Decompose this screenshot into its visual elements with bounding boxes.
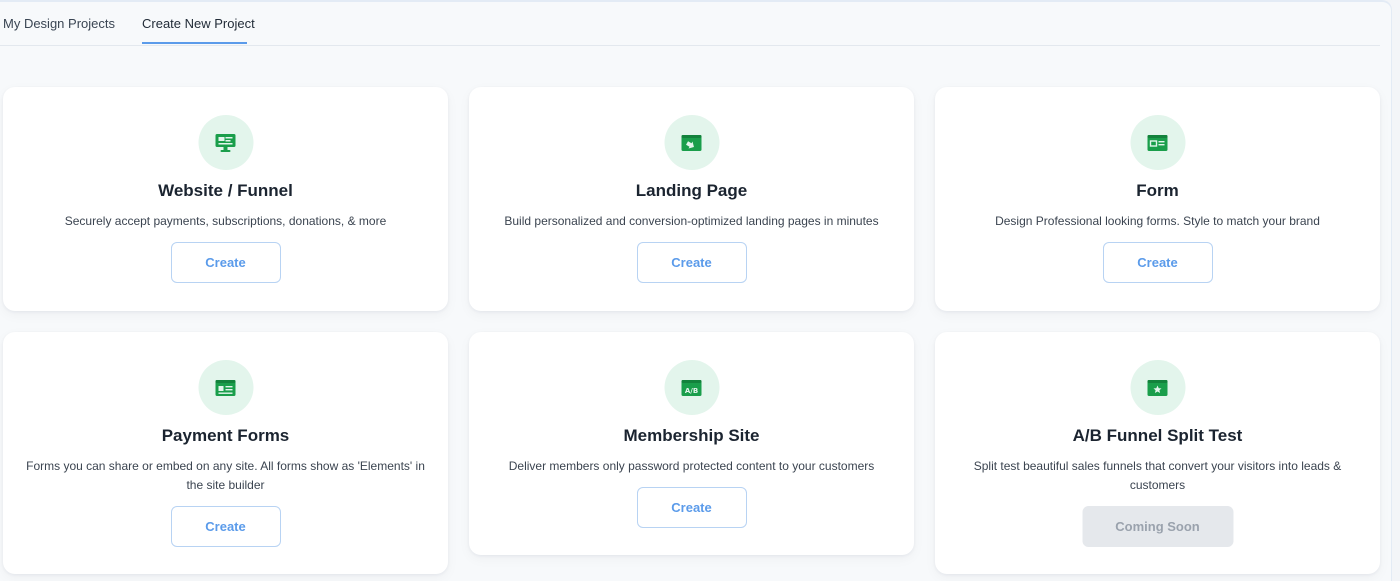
create-landing-page-button[interactable]: Create [636,242,747,283]
card-title: Payment Forms [161,426,290,445]
ab-membership-icon: A/B [664,360,719,415]
coming-soon-button[interactable]: Coming Soon [1082,506,1233,547]
create-form-button[interactable]: Create [1102,242,1213,283]
card-description: Design Professional looking forms. Style… [995,214,1320,228]
payment-form-icon [198,360,253,415]
card-description: Build personalized and conversion-optimi… [504,214,879,228]
svg-text:A/B: A/B [685,387,698,395]
tab-bar: My Design Projects Create New Project [0,2,1380,46]
card-description: Deliver members only password protected … [508,459,875,473]
card-title: Form [1136,181,1179,200]
card-description: Forms you can share or embed on any site… [26,459,425,492]
landing-page-icon [664,115,719,170]
create-payment-forms-button[interactable]: Create [170,506,281,547]
card-description: Securely accept payments, subscriptions,… [64,214,387,228]
app-frame: My Design Projects Create New Project We… [0,0,1392,581]
card-form: Form Design Professional looking forms. … [935,87,1380,311]
card-title: Membership Site [623,426,760,445]
tab-my-design-projects[interactable]: My Design Projects [3,16,115,31]
card-website-funnel: Website / Funnel Securely accept payment… [3,87,448,311]
card-payment-forms: Payment Forms Forms you can share or emb… [3,332,448,574]
star-window-icon [1130,360,1185,415]
card-title: Landing Page [635,181,748,200]
card-title: A/B Funnel Split Test [1072,426,1243,445]
form-icon [1130,115,1185,170]
card-description: Split test beautiful sales funnels that … [973,459,1342,492]
card-ab-funnel-split-test: A/B Funnel Split Test Split test beautif… [935,332,1380,574]
tab-create-new-project[interactable]: Create New Project [142,16,255,31]
card-title: Website / Funnel [158,181,293,200]
website-funnel-icon [198,115,253,170]
create-membership-site-button[interactable]: Create [636,487,747,528]
create-website-funnel-button[interactable]: Create [170,242,281,283]
active-tab-indicator [142,42,247,44]
card-landing-page: Landing Page Build personalized and conv… [469,87,914,311]
card-membership-site: A/B Membership Site Deliver members only… [469,332,914,555]
